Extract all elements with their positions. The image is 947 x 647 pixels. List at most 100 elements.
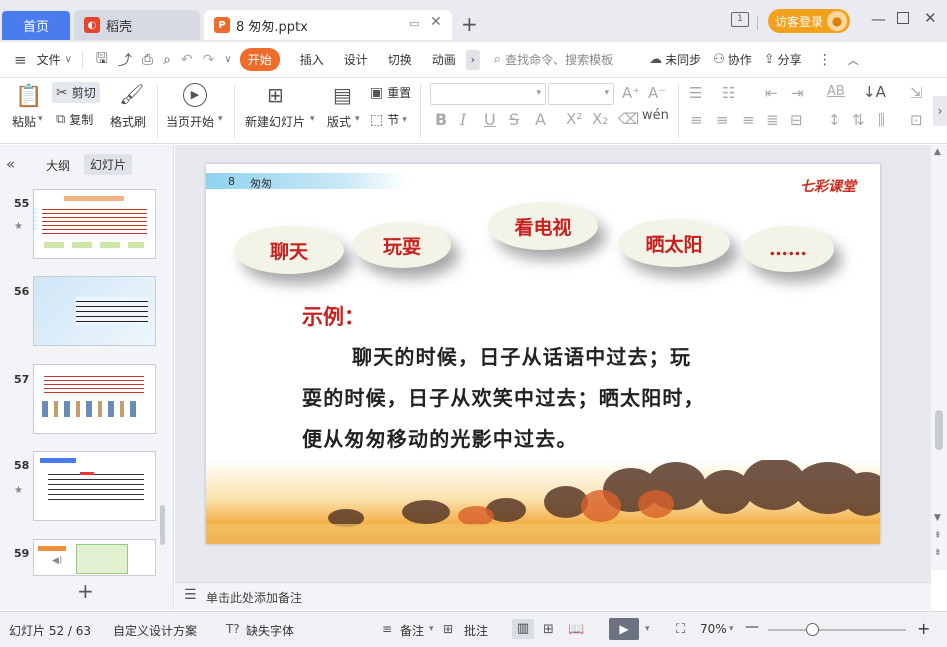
clear-format-icon[interactable]: ⌫ [618,110,639,128]
phonetic-guide-icon[interactable]: wén [642,108,669,123]
tab-animation[interactable]: 动画 [432,51,456,68]
tab-daoke[interactable]: ◐ 稻壳 [74,10,200,40]
more-options-icon[interactable]: ⋮ [818,52,832,68]
export-icon[interactable]: ⤴ [118,50,132,70]
increase-indent-icon[interactable]: ⇥ [791,84,804,102]
new-slide-button[interactable]: 新建幻灯片 [245,113,305,130]
tab-home[interactable]: 首页 [2,11,70,40]
format-painter-icon[interactable]: 🖌 [119,82,144,106]
print-icon[interactable]: ⎙ [142,52,153,68]
tab-outline[interactable]: 大纲 [46,157,70,174]
reading-view-icon[interactable]: 📖 [568,622,584,637]
layout-icon[interactable]: ▤ [333,83,352,107]
comments-button[interactable]: 批注 [464,622,488,639]
fit-window-icon[interactable]: ⛶ [676,622,685,637]
previous-slide-icon[interactable]: ⇞ [934,531,942,541]
font-family-select[interactable]: ▾ [430,83,546,105]
zoom-in-button[interactable]: + [917,619,930,638]
slide-sorter-icon[interactable]: ⊞ [543,622,554,637]
close-tab-icon[interactable]: ✕ [430,14,442,30]
align-left-icon[interactable]: ≡ [690,111,703,129]
layout-button[interactable]: 版式 [327,113,351,130]
slide-thumbnail[interactable] [33,276,156,346]
reset-button[interactable]: ▣ 重置 [370,84,411,101]
tab-transition[interactable]: 切换 [388,51,412,68]
numbering-icon[interactable]: ☷ [722,84,735,102]
play-from-current-icon[interactable]: ▶ [183,83,207,107]
maximize-icon[interactable] [897,12,909,24]
subscript-icon[interactable]: X₂ [592,110,608,128]
file-menu[interactable]: 文件 [37,51,61,68]
distribute-icon[interactable]: ⊟ [790,111,803,129]
section-button[interactable]: ⬚ 节 ▾ [370,111,407,128]
scroll-up-icon[interactable]: ▲ [934,147,941,157]
horizontal-scrollbar[interactable] [175,570,931,582]
notes-pane[interactable]: ☰ 单击此处添加备注 [175,582,931,610]
collapse-panel-icon[interactable]: « [6,155,15,173]
italic-icon[interactable]: I [460,110,466,129]
design-scheme[interactable]: 自定义设计方案 [113,622,197,639]
bold-icon[interactable]: B [435,110,447,129]
paste-dropdown-icon[interactable]: ▾ [38,114,43,124]
layout-dropdown-icon[interactable]: ▾ [355,114,360,124]
scroll-thumb[interactable] [935,410,943,450]
increase-font-icon[interactable]: A⁺ [622,84,640,102]
play-dropdown-icon[interactable]: ▾ [218,114,223,124]
ribbon-scroll-right-icon[interactable]: › [933,96,947,126]
tab-design[interactable]: 设计 [344,51,368,68]
slide-thumbnail[interactable] [33,189,156,259]
slideshow-dropdown-icon[interactable]: ▾ [645,624,650,634]
panel-scrollbar[interactable] [160,505,165,545]
hamburger-menu-icon[interactable]: ≡ [14,51,27,69]
undo-icon[interactable]: ↶ [181,52,193,68]
print-preview-icon[interactable]: ⌕ [163,52,171,68]
bullets-icon[interactable]: ☰ [689,84,702,102]
window-list-icon[interactable]: 1 [731,12,749,27]
tab-document[interactable]: P 8 匆匆.pptx ▭ ✕ [204,10,452,40]
file-dropdown-icon[interactable]: ∨ [65,54,72,65]
tab-slides[interactable]: 幻灯片 [84,154,133,175]
add-slide-button[interactable]: + [77,579,94,603]
justify-icon[interactable]: ≣ [766,111,779,129]
font-color-icon[interactable]: A [535,110,546,129]
collab-button[interactable]: 协作 [728,51,752,68]
notes-input[interactable]: 单击此处添加备注 [206,589,302,606]
sort-icon[interactable]: ↓A [863,83,886,101]
text-box-icon[interactable]: ⊡ [910,111,923,129]
new-slide-icon[interactable]: ⊞ [267,83,284,107]
redo-icon[interactable]: ↷ [203,52,215,68]
normal-view-icon[interactable]: ▥ [512,619,534,639]
new-slide-dropdown-icon[interactable]: ▾ [310,114,315,124]
slide-thumbnail[interactable] [33,364,156,434]
visitor-login-button[interactable]: 访客登录 ● [768,9,850,33]
share-button[interactable]: 分享 [778,51,802,68]
font-size-select[interactable]: ▾ [548,83,614,105]
text-direction-icon[interactable]: ⇲ [910,84,923,102]
quick-access-dropdown-icon[interactable]: ∨ [224,54,231,65]
superscript-icon[interactable]: X² [566,110,582,128]
copy-button[interactable]: ⧉ 复制 [56,111,93,128]
collapse-ribbon-icon[interactable]: ︿ [848,52,859,68]
more-tabs-icon[interactable]: › [465,49,480,70]
slide-thumbnail[interactable]: ◀) [33,539,156,576]
next-slide-icon[interactable]: ⇟ [934,548,942,558]
align-right-icon[interactable]: ≡ [742,111,755,129]
close-window-icon[interactable]: ✕ [924,9,937,27]
decrease-font-icon[interactable]: A⁻ [648,84,666,102]
minimize-icon[interactable]: — [871,10,886,28]
paste-button[interactable]: 粘贴 [12,113,36,130]
zoom-out-button[interactable]: — [745,619,759,635]
canvas-scrollbar[interactable]: ▲ ▼ ⇞ ⇟ [931,145,947,570]
new-tab-button[interactable]: + [461,12,478,36]
scroll-down-icon[interactable]: ▼ [934,513,941,523]
paragraph-spacing-icon[interactable]: ⇅ [852,111,865,129]
slide[interactable]: 8 匆匆 七彩课堂 聊天 玩耍 看电视 晒太阳 …… 示例： 聊天的时候，日子从… [206,164,880,544]
slideshow-play-button[interactable]: ▶ [609,618,639,640]
notes-toggle-button[interactable]: 备注 [400,622,424,639]
zoom-dropdown-icon[interactable]: ▾ [729,624,734,634]
underline-icon[interactable]: U [484,110,496,129]
format-painter-button[interactable]: 格式刷 [110,113,146,130]
line-spacing-icon[interactable]: ↕ [828,111,841,129]
text-case-icon[interactable]: AB [827,84,845,99]
sync-status[interactable]: 未同步 [665,51,701,68]
